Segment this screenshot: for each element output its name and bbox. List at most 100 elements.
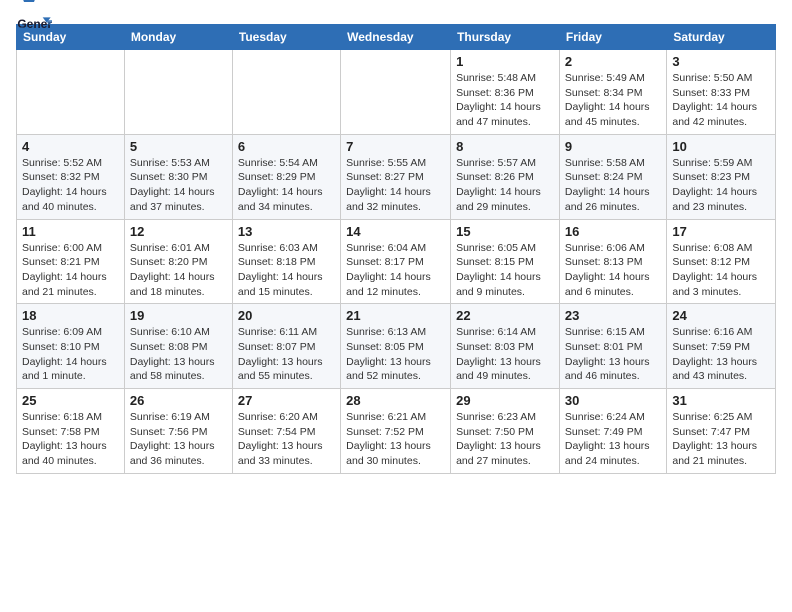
day-number: 21 — [346, 308, 445, 323]
day-info: Sunrise: 6:00 AMSunset: 8:21 PMDaylight:… — [22, 241, 119, 300]
day-info: Sunrise: 6:01 AMSunset: 8:20 PMDaylight:… — [130, 241, 227, 300]
day-info: Sunrise: 5:59 AMSunset: 8:23 PMDaylight:… — [672, 156, 770, 215]
day-number: 12 — [130, 224, 227, 239]
day-number: 19 — [130, 308, 227, 323]
calendar-cell: 9Sunrise: 5:58 AMSunset: 8:24 PMDaylight… — [559, 134, 666, 219]
calendar-cell: 17Sunrise: 6:08 AMSunset: 8:12 PMDayligh… — [667, 219, 776, 304]
calendar-cell: 7 Sunrise: 5:55 AMSunset: 8:27 PMDaylight… — [341, 134, 451, 219]
day-number: 11 — [22, 224, 119, 239]
day-info: Sunrise: 5:53 AMSunset: 8:30 PMDaylight:… — [130, 156, 227, 215]
day-info: Sunrise: 6:09 AMSunset: 8:10 PMDaylight:… — [22, 325, 119, 384]
day-info: Sunrise: 5:54 AMSunset: 8:29 PMDaylight:… — [238, 156, 335, 215]
calendar-cell: 8Sunrise: 5:57 AMSunset: 8:26 PMDaylight… — [451, 134, 560, 219]
calendar-week-3: 11 Sunrise: 6:00 AMSunset: 8:21 PMDayligh… — [17, 219, 776, 304]
calendar-cell: 16 Sunrise: 6:06 AMSunset: 8:13 PMDayligh… — [559, 219, 666, 304]
day-info: Sunrise: 6:13 AMSunset: 8:05 PMDaylight:… — [346, 325, 445, 384]
calendar-cell: 19 Sunrise: 6:10 AMSunset: 8:08 PMDayligh… — [124, 304, 232, 389]
calendar-cell: 4 Sunrise: 5:52 AMSunset: 8:32 PMDaylight… — [17, 134, 125, 219]
day-info: Sunrise: 6:05 AMSunset: 8:15 PMDaylight:… — [456, 241, 554, 300]
day-info: Sunrise: 6:10 AMSunset: 8:08 PMDaylight:… — [130, 325, 227, 384]
calendar-cell: 18 Sunrise: 6:09 AMSunset: 8:10 PMDayligh… — [17, 304, 125, 389]
weekday-header-monday: Monday — [124, 25, 232, 50]
day-number: 23 — [565, 308, 661, 323]
calendar-table: SundayMondayTuesdayWednesdayThursdayFrid… — [16, 24, 776, 474]
day-number: 3 — [672, 54, 770, 69]
day-info: Sunrise: 5:48 AMSunset: 8:36 PMDaylight:… — [456, 71, 554, 130]
day-info: Sunrise: 6:04 AMSunset: 8:17 PMDaylight:… — [346, 241, 445, 300]
day-info: Sunrise: 6:08 AMSunset: 8:12 PMDaylight:… — [672, 241, 770, 300]
day-info: Sunrise: 6:16 AMSunset: 7:59 PMDaylight:… — [672, 325, 770, 384]
day-number: 5 — [130, 139, 227, 154]
day-info: Sunrise: 5:50 AMSunset: 8:33 PMDaylight:… — [672, 71, 770, 130]
calendar-week-4: 18 Sunrise: 6:09 AMSunset: 8:10 PMDayligh… — [17, 304, 776, 389]
weekday-header-friday: Friday — [559, 25, 666, 50]
day-number: 2 — [565, 54, 661, 69]
day-info: Sunrise: 5:58 AMSunset: 8:24 PMDaylight:… — [565, 156, 661, 215]
calendar-cell — [124, 50, 232, 135]
calendar-cell: 6 Sunrise: 5:54 AMSunset: 8:29 PMDaylight… — [232, 134, 340, 219]
calendar-cell: 2 Sunrise: 5:49 AMSunset: 8:34 PMDaylight… — [559, 50, 666, 135]
day-number: 14 — [346, 224, 445, 239]
calendar-week-5: 25 Sunrise: 6:18 AMSunset: 7:58 PMDayligh… — [17, 389, 776, 474]
day-info: Sunrise: 6:23 AMSunset: 7:50 PMDaylight:… — [456, 410, 554, 469]
weekday-header-saturday: Saturday — [667, 25, 776, 50]
calendar-cell: 21 Sunrise: 6:13 AMSunset: 8:05 PMDayligh… — [341, 304, 451, 389]
day-number: 26 — [130, 393, 227, 408]
day-number: 1 — [456, 54, 554, 69]
calendar-cell: 12 Sunrise: 6:01 AMSunset: 8:20 PMDayligh… — [124, 219, 232, 304]
calendar-cell: 3 Sunrise: 5:50 AMSunset: 8:33 PMDaylight… — [667, 50, 776, 135]
weekday-header-wednesday: Wednesday — [341, 25, 451, 50]
calendar-cell: 23 Sunrise: 6:15 AMSunset: 8:01 PMDayligh… — [559, 304, 666, 389]
day-number: 30 — [565, 393, 661, 408]
day-info: Sunrise: 6:21 AMSunset: 7:52 PMDaylight:… — [346, 410, 445, 469]
day-number: 16 — [565, 224, 661, 239]
day-number: 25 — [22, 393, 119, 408]
day-info: Sunrise: 6:19 AMSunset: 7:56 PMDaylight:… — [130, 410, 227, 469]
calendar-cell: 15 Sunrise: 6:05 AMSunset: 8:15 PMDayligh… — [451, 219, 560, 304]
weekday-header-row: SundayMondayTuesdayWednesdayThursdayFrid… — [17, 25, 776, 50]
day-number: 22 — [456, 308, 554, 323]
calendar-cell — [17, 50, 125, 135]
calendar-week-1: 1 Sunrise: 5:48 AMSunset: 8:36 PMDaylight… — [17, 50, 776, 135]
calendar-cell — [232, 50, 340, 135]
day-info: Sunrise: 6:06 AMSunset: 8:13 PMDaylight:… — [565, 241, 661, 300]
day-number: 7 — [346, 139, 445, 154]
calendar-cell: 5 Sunrise: 5:53 AMSunset: 8:30 PMDaylight… — [124, 134, 232, 219]
day-number: 6 — [238, 139, 335, 154]
day-number: 4 — [22, 139, 119, 154]
day-number: 24 — [672, 308, 770, 323]
calendar-cell: 13Sunrise: 6:03 AMSunset: 8:18 PMDayligh… — [232, 219, 340, 304]
day-info: Sunrise: 6:11 AMSunset: 8:07 PMDaylight:… — [238, 325, 335, 384]
day-info: Sunrise: 6:20 AMSunset: 7:54 PMDaylight:… — [238, 410, 335, 469]
day-number: 8 — [456, 139, 554, 154]
day-info: Sunrise: 5:55 AMSunset: 8:27 PMDaylight:… — [346, 156, 445, 215]
day-info: Sunrise: 6:15 AMSunset: 8:01 PMDaylight:… — [565, 325, 661, 384]
day-info: Sunrise: 6:03 AMSunset: 8:18 PMDaylight:… — [238, 241, 335, 300]
day-info: Sunrise: 6:24 AMSunset: 7:49 PMDaylight:… — [565, 410, 661, 469]
day-info: Sunrise: 6:14 AMSunset: 8:03 PMDaylight:… — [456, 325, 554, 384]
calendar-cell: 29Sunrise: 6:23 AMSunset: 7:50 PMDayligh… — [451, 389, 560, 474]
day-number: 27 — [238, 393, 335, 408]
day-info: Sunrise: 6:18 AMSunset: 7:58 PMDaylight:… — [22, 410, 119, 469]
calendar-cell: 30 Sunrise: 6:24 AMSunset: 7:49 PMDayligh… — [559, 389, 666, 474]
day-info: Sunrise: 6:25 AMSunset: 7:47 PMDaylight:… — [672, 410, 770, 469]
day-number: 28 — [346, 393, 445, 408]
day-info: Sunrise: 5:52 AMSunset: 8:32 PMDaylight:… — [22, 156, 119, 215]
day-number: 15 — [456, 224, 554, 239]
calendar-cell: 27 Sunrise: 6:20 AMSunset: 7:54 PMDayligh… — [232, 389, 340, 474]
calendar-cell: 25 Sunrise: 6:18 AMSunset: 7:58 PMDayligh… — [17, 389, 125, 474]
calendar-cell: 20 Sunrise: 6:11 AMSunset: 8:07 PMDayligh… — [232, 304, 340, 389]
calendar-cell: 31 Sunrise: 6:25 AMSunset: 7:47 PMDayligh… — [667, 389, 776, 474]
calendar-cell: 11 Sunrise: 6:00 AMSunset: 8:21 PMDayligh… — [17, 219, 125, 304]
day-info: Sunrise: 5:49 AMSunset: 8:34 PMDaylight:… — [565, 71, 661, 130]
calendar-cell: 10 Sunrise: 5:59 AMSunset: 8:23 PMDayligh… — [667, 134, 776, 219]
calendar-cell: 14 Sunrise: 6:04 AMSunset: 8:17 PMDayligh… — [341, 219, 451, 304]
calendar-cell — [341, 50, 451, 135]
day-number: 31 — [672, 393, 770, 408]
weekday-header-tuesday: Tuesday — [232, 25, 340, 50]
calendar-cell: 26 Sunrise: 6:19 AMSunset: 7:56 PMDayligh… — [124, 389, 232, 474]
day-number: 20 — [238, 308, 335, 323]
day-number: 10 — [672, 139, 770, 154]
day-number: 18 — [22, 308, 119, 323]
calendar-cell: 1 Sunrise: 5:48 AMSunset: 8:36 PMDaylight… — [451, 50, 560, 135]
